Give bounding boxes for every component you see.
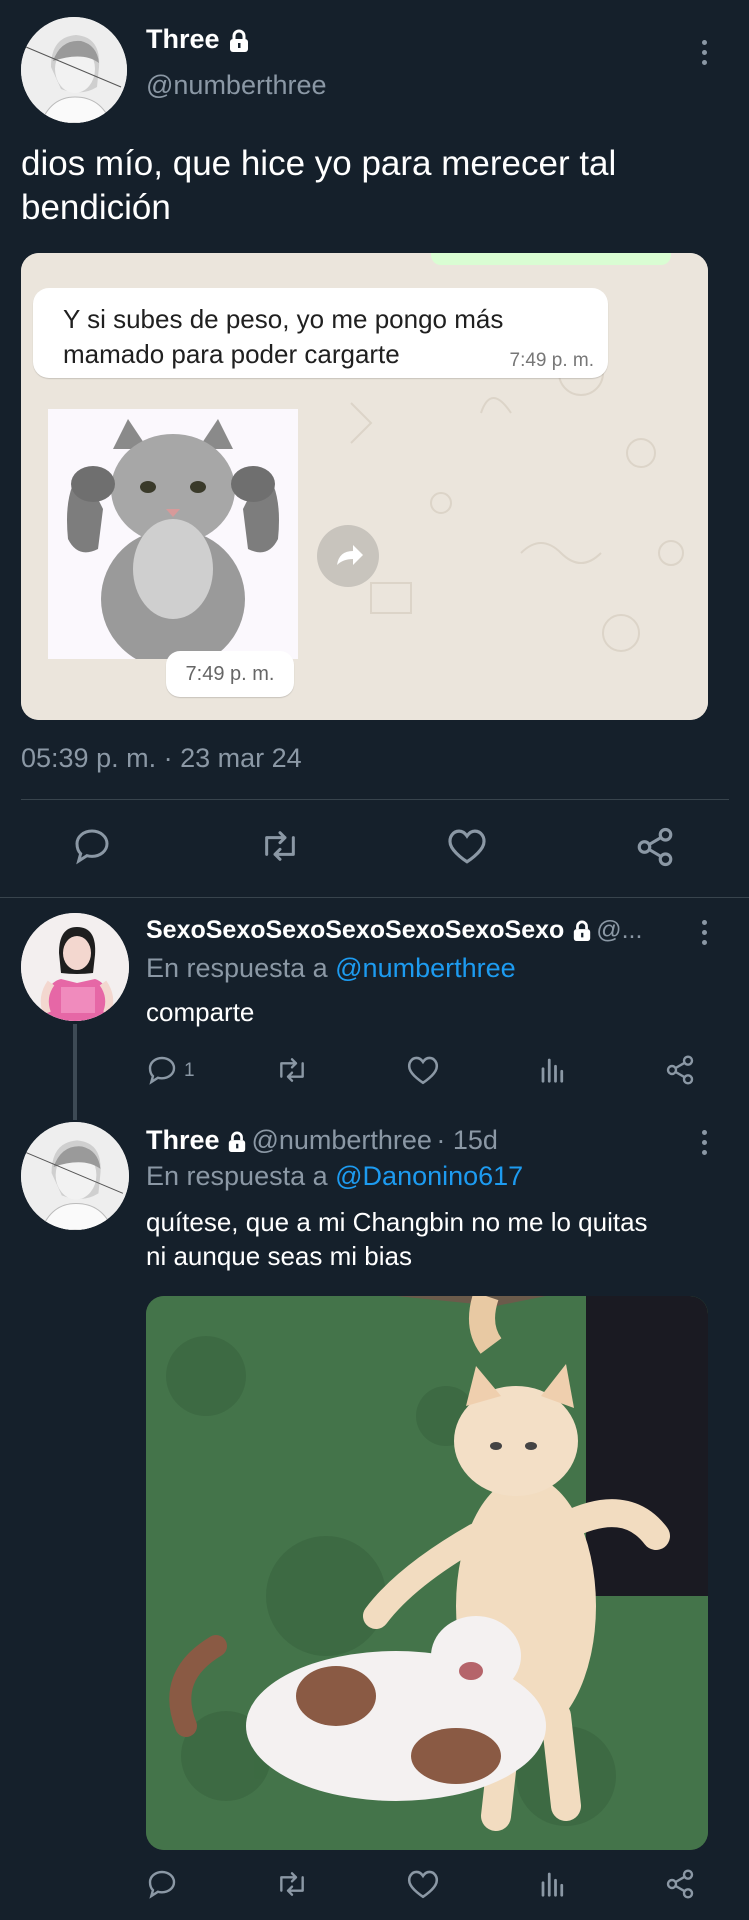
reply-icon[interactable] (72, 826, 112, 866)
tweet-text: dios mío, que hice yo para merecer tal b… (21, 144, 617, 227)
lock-icon (227, 1131, 247, 1158)
author-name[interactable]: SexoSexoSexoSexoSexoSexoSexo (146, 916, 564, 944)
divider (0, 897, 749, 898)
avatar[interactable] (21, 1122, 129, 1230)
chat-message-text: Y si subes de peso, yo me pongo más mama… (63, 304, 504, 369)
analytics-icon[interactable] (538, 1054, 568, 1086)
reply-icon[interactable] (146, 1868, 178, 1900)
more-options-icon[interactable] (702, 40, 710, 70)
forward-icon (337, 545, 363, 565)
lock-icon (228, 29, 250, 58)
like-icon[interactable] (406, 1868, 440, 1900)
retweet-icon[interactable] (274, 1054, 310, 1086)
lock-icon (572, 920, 592, 947)
retweet-icon[interactable] (274, 1868, 310, 1900)
author-name[interactable]: Three (146, 1125, 220, 1155)
tweet-image[interactable]: Y si subes de peso, yo me pongo más mama… (21, 253, 708, 720)
share-icon[interactable] (634, 826, 676, 868)
analytics-icon[interactable] (538, 1868, 568, 1900)
share-icon[interactable] (664, 1868, 696, 1900)
cat-sticker (48, 409, 298, 669)
retweet-icon[interactable] (258, 826, 302, 866)
more-options-icon[interactable] (702, 1130, 710, 1160)
reply-text-line: quítese, que a mi Changbin no me lo quit… (146, 1207, 648, 1237)
reply-text: quítese, que a mi Changbin no me lo quit… (146, 1205, 726, 1273)
reply-prefix: En respuesta a (146, 953, 328, 983)
reply-icon[interactable] (146, 1054, 178, 1086)
reply-image[interactable] (146, 1296, 708, 1850)
reply-prefix: En respuesta a (146, 1161, 328, 1191)
reply-text-line: ni aunque seas mi bias (146, 1241, 412, 1271)
like-icon[interactable] (406, 1054, 440, 1086)
divider (21, 799, 729, 800)
more-options-icon[interactable] (702, 920, 710, 950)
author-handle[interactable]: @numberthree (251, 1125, 432, 1155)
share-icon[interactable] (664, 1054, 696, 1086)
avatar[interactable] (21, 17, 127, 123)
tweet-age[interactable]: · 15d (436, 1125, 498, 1155)
sticker-time: 7:49 p. m. (185, 663, 275, 685)
forward-button[interactable] (317, 525, 379, 587)
tweet-timestamp[interactable]: 05:39 p. m. · 23 mar 24 (21, 743, 302, 774)
like-icon[interactable] (446, 826, 488, 866)
chat-message-time: 7:49 p. m. (509, 350, 595, 371)
author-name[interactable]: Three (146, 24, 220, 54)
avatar[interactable] (21, 913, 129, 1021)
reply-count: 1 (184, 1060, 195, 1081)
thread-line (73, 1024, 77, 1120)
reply-to-link[interactable]: @numberthree (335, 953, 516, 983)
sticker-time-pill: 7:49 p. m. (166, 651, 294, 697)
author-handle[interactable]: @... (596, 916, 642, 944)
chat-message-bubble: Y si subes de peso, yo me pongo más mama… (33, 288, 608, 378)
reply-to-link[interactable]: @Danonino617 (335, 1161, 523, 1191)
reply-text: comparte (146, 997, 255, 1027)
author-handle[interactable]: @numberthree (146, 70, 327, 101)
